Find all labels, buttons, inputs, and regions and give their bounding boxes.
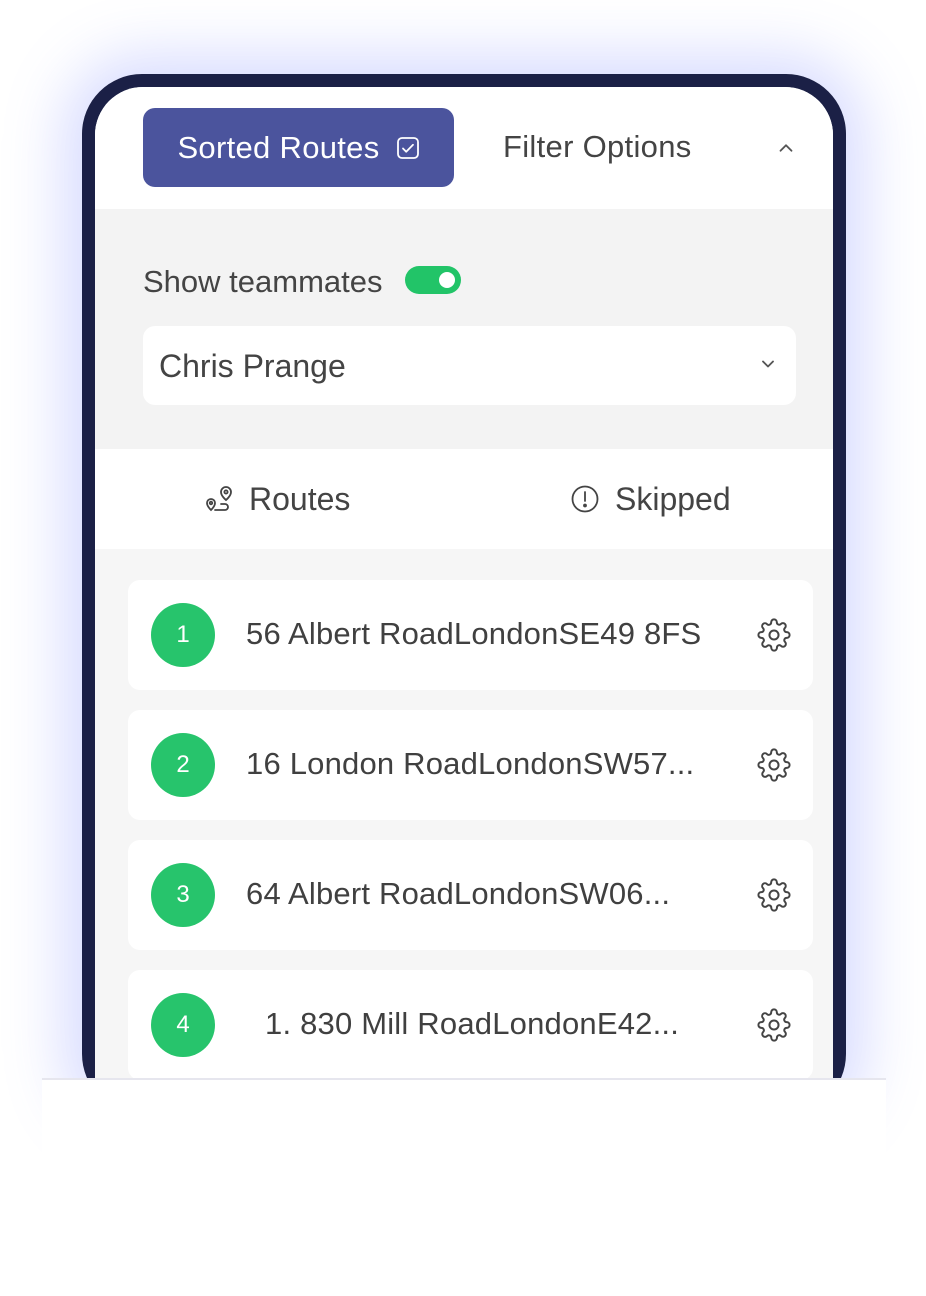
header: Sorted Routes Filter Options — [95, 87, 833, 209]
route-card[interactable]: 2 16 London RoadLondonSW57... — [128, 710, 813, 820]
route-card[interactable]: 4 1. 830 Mill RoadLondonE42... — [128, 970, 813, 1080]
bottom-overlay — [42, 1080, 886, 1296]
route-address: 1. 830 Mill RoadLondonE42... — [265, 1006, 680, 1041]
sorted-routes-label: Sorted Routes — [177, 129, 380, 165]
route-number-badge: 2 — [151, 733, 215, 797]
phone-frame: Sorted Routes Filter Options Show teamma… — [82, 74, 846, 1114]
gear-icon[interactable] — [757, 878, 791, 912]
gear-icon[interactable] — [757, 618, 791, 652]
gear-icon[interactable] — [757, 748, 791, 782]
tab-skipped[interactable]: Skipped — [569, 449, 731, 549]
sorted-routes-button[interactable]: Sorted Routes — [143, 108, 454, 187]
show-teammates-toggle[interactable] — [405, 266, 461, 294]
route-card[interactable]: 1 56 Albert RoadLondonSE49 8FS — [128, 580, 813, 690]
route-card[interactable]: 3 64 Albert RoadLondonSW06... — [128, 840, 813, 950]
teammate-select[interactable]: Chris Prange — [143, 326, 796, 405]
checkbox-checked-icon — [396, 136, 419, 159]
tab-skipped-label: Skipped — [615, 480, 731, 517]
route-address: 16 London RoadLondonSW57... — [246, 746, 695, 781]
tab-routes-label: Routes — [249, 480, 351, 517]
route-pin-icon — [206, 486, 232, 512]
filter-options-label[interactable]: Filter Options — [503, 129, 692, 165]
filter-panel: Show teammates Chris Prange — [95, 209, 833, 449]
route-list: 1 56 Albert RoadLondonSE49 8FS 2 16 Lond… — [95, 549, 833, 1114]
gear-icon[interactable] — [757, 1008, 791, 1042]
route-number-badge: 1 — [151, 603, 215, 667]
tab-bar: Routes Skipped — [95, 449, 833, 549]
toggle-knob — [439, 272, 455, 288]
chevron-down-icon — [762, 360, 774, 368]
route-number-badge: 3 — [151, 863, 215, 927]
route-address: 64 Albert RoadLondonSW06... — [246, 876, 671, 911]
alert-circle-icon — [571, 485, 599, 513]
route-address: 56 Albert RoadLondonSE49 8FS — [246, 616, 702, 651]
tab-routes[interactable]: Routes — [203, 449, 350, 549]
show-teammates-label: Show teammates — [143, 264, 383, 299]
app-screen: Sorted Routes Filter Options Show teamma… — [95, 87, 833, 1114]
teammate-select-value: Chris Prange — [159, 348, 346, 384]
route-number-badge: 4 — [151, 993, 215, 1057]
chevron-up-icon[interactable] — [775, 137, 797, 159]
